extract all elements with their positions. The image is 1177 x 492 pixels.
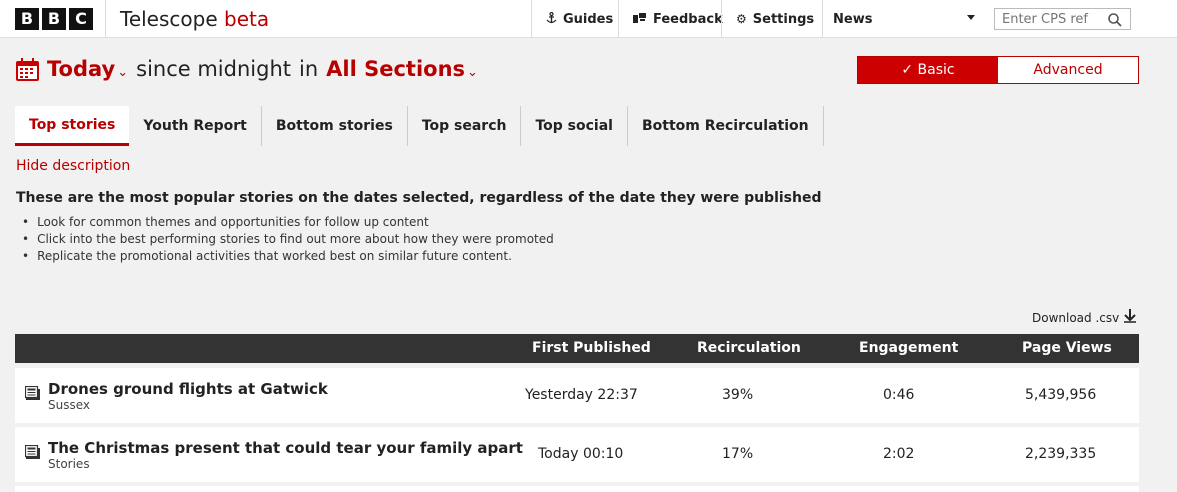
article-icon	[24, 385, 40, 404]
first-published-value: Today 00:10	[538, 446, 624, 462]
engagement-value: 2:02	[883, 446, 915, 462]
calendar-icon	[15, 58, 40, 86]
column-recirculation[interactable]: Recirculation	[697, 340, 801, 356]
flag-icon	[633, 12, 647, 27]
article-icon	[24, 444, 40, 463]
download-label: Download .csv	[1032, 310, 1120, 325]
first-published-value: Yesterday 22:37	[525, 387, 638, 403]
tab-top-social[interactable]: Top social	[521, 106, 628, 146]
period-value: Today	[47, 57, 116, 81]
description-bullet: Look for common themes and opportunities…	[22, 214, 554, 231]
story-title-link[interactable]: The Christmas present that could tear yo…	[48, 439, 523, 457]
advanced-mode-button[interactable]: Advanced	[998, 57, 1138, 83]
settings-label: Settings	[752, 11, 815, 27]
search-icon[interactable]	[1108, 12, 1122, 31]
story-section: Stories	[48, 457, 90, 471]
anchor-icon	[546, 11, 557, 27]
logo-letter-c: C	[69, 8, 93, 30]
story-title-link[interactable]: Drones ground flights at Gatwick	[48, 380, 328, 398]
bbc-logo[interactable]: B B C	[15, 8, 93, 30]
logo-letter-b2: B	[42, 8, 66, 30]
page-views-value: 5,439,956	[1025, 387, 1097, 403]
app-badge: beta	[224, 7, 270, 31]
section-value: All Sections	[326, 57, 466, 81]
report-tabs: Top stories Youth Report Bottom stories …	[15, 106, 824, 146]
site-select[interactable]: News	[822, 0, 985, 38]
cps-search[interactable]	[994, 8, 1131, 30]
story-section: Sussex	[48, 398, 90, 412]
logo-letter-b1: B	[15, 8, 39, 30]
basic-mode-button[interactable]: ✓ Basic	[858, 57, 998, 83]
chevron-down-icon	[967, 15, 975, 20]
chevron-down-icon: ⌄	[467, 65, 478, 80]
recirculation-value: 39%	[722, 387, 754, 403]
description-list: Look for common themes and opportunities…	[22, 214, 554, 265]
table-row[interactable]	[15, 486, 1139, 492]
column-page-views[interactable]: Page Views	[1022, 340, 1112, 356]
feedback-label: Feedback	[653, 11, 723, 27]
tab-top-search[interactable]: Top search	[408, 106, 522, 146]
tab-top-stories[interactable]: Top stories	[15, 106, 130, 146]
stories-table-header: First Published Recirculation Engagement…	[15, 334, 1139, 363]
feedback-button[interactable]: Feedback	[618, 0, 723, 38]
period-dropdown[interactable]: Today ⌄	[47, 57, 128, 81]
description-title: These are the most popular stories on th…	[16, 190, 822, 206]
download-icon	[1123, 309, 1137, 326]
in-text: in	[299, 57, 319, 81]
download-csv-link[interactable]: Download .csv	[1032, 309, 1137, 326]
table-row[interactable]: The Christmas present that could tear yo…	[15, 427, 1139, 482]
app-name: Telescope	[120, 7, 218, 31]
site-select-value: News	[833, 11, 873, 27]
since-text: since midnight	[136, 57, 291, 81]
tab-youth-report[interactable]: Youth Report	[129, 106, 262, 146]
tab-bottom-stories[interactable]: Bottom stories	[262, 106, 408, 146]
guides-label: Guides	[563, 11, 614, 27]
description-bullet: Click into the best performing stories t…	[22, 231, 554, 248]
tab-bottom-recirculation[interactable]: Bottom Recirculation	[628, 106, 824, 146]
table-row[interactable]: Drones ground flights at Gatwick Sussex …	[15, 368, 1139, 423]
chevron-down-icon: ⌄	[117, 65, 129, 80]
mode-toggle: ✓ Basic Advanced	[857, 56, 1139, 84]
column-engagement[interactable]: Engagement	[859, 340, 958, 356]
recirculation-value: 17%	[722, 446, 754, 462]
guides-button[interactable]: Guides	[531, 0, 618, 38]
top-bar: B B C Telescope beta Guides Feedback ⚙ S…	[0, 0, 1177, 38]
page-views-value: 2,239,335	[1025, 446, 1097, 462]
section-dropdown[interactable]: All Sections ⌄	[326, 57, 478, 81]
settings-button[interactable]: ⚙ Settings	[721, 0, 822, 38]
description-bullet: Replicate the promotional activities tha…	[22, 248, 554, 265]
logo-divider	[105, 0, 106, 38]
column-first-published[interactable]: First Published	[532, 340, 651, 356]
filter-headline: Today ⌄ since midnight in All Sections ⌄	[47, 57, 478, 81]
app-title[interactable]: Telescope beta	[120, 7, 269, 31]
hide-description-link[interactable]: Hide description	[16, 158, 130, 174]
engagement-value: 0:46	[883, 387, 915, 403]
gear-icon: ⚙	[736, 12, 747, 26]
cps-search-input[interactable]	[995, 9, 1107, 29]
